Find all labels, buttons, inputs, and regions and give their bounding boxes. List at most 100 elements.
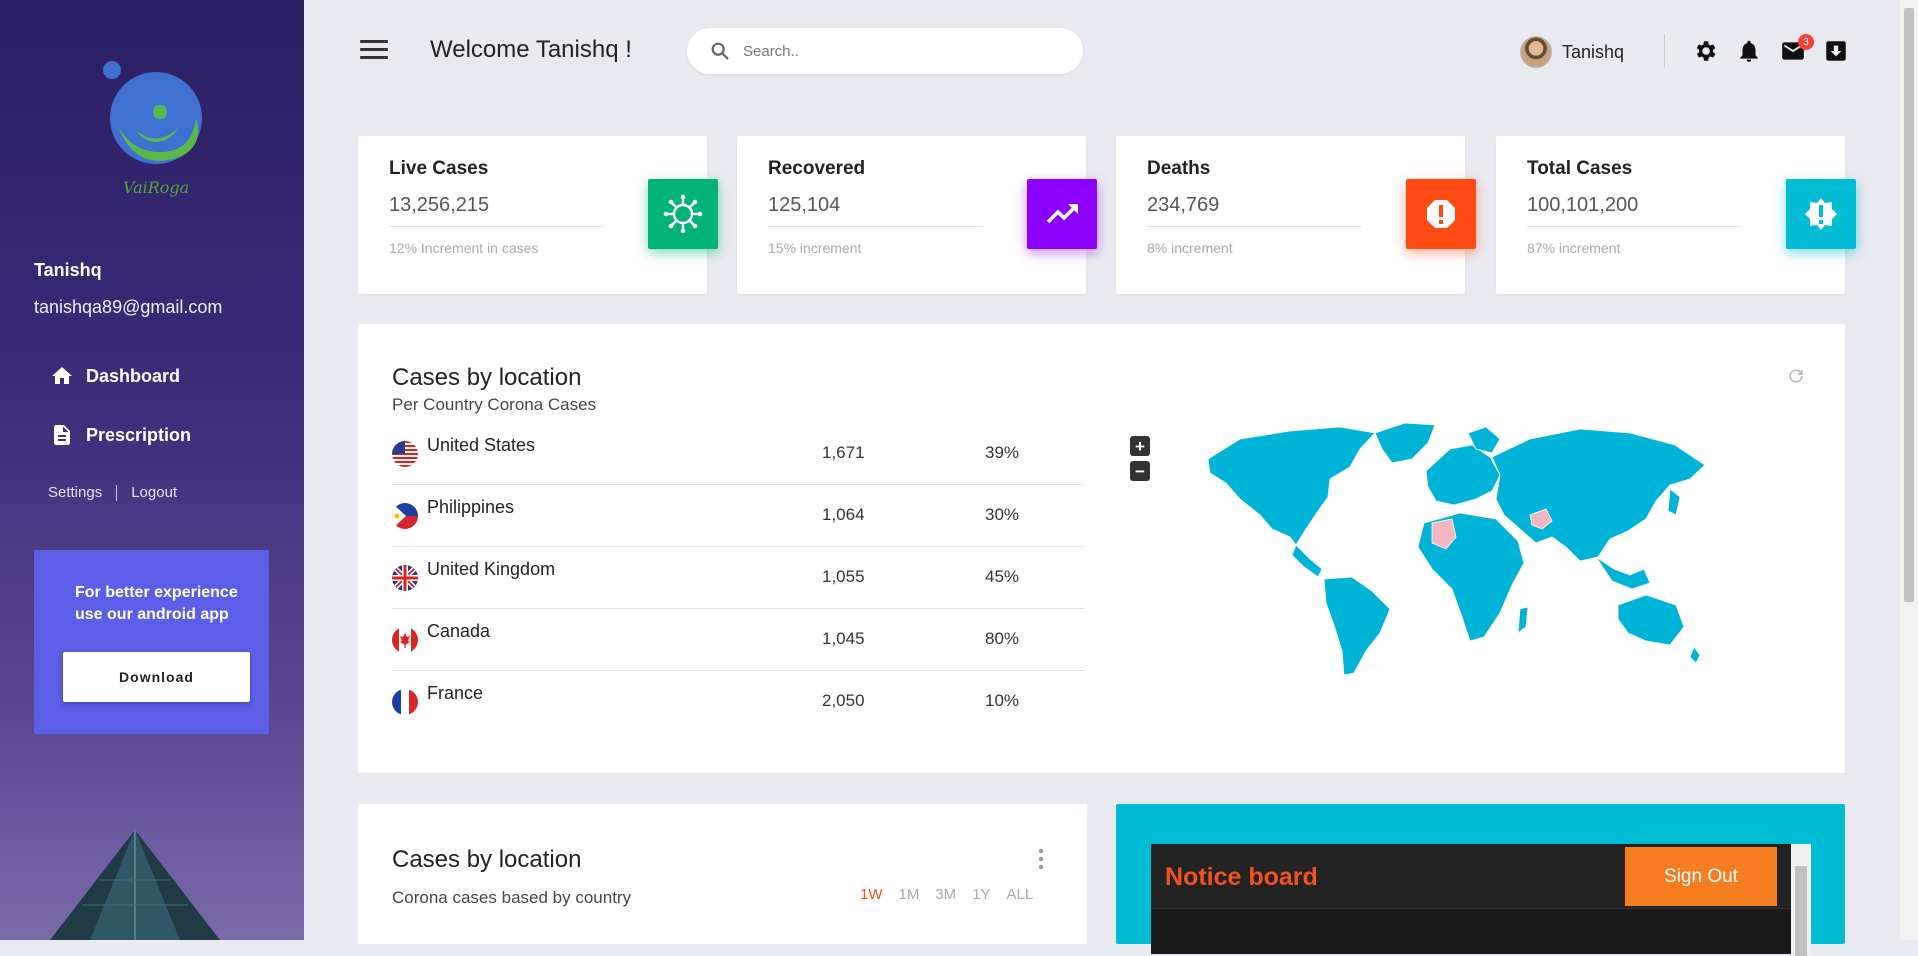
uk-flag-icon xyxy=(392,565,418,591)
account-links: Settings Logout xyxy=(48,484,177,501)
stat-value: 100,101,200 xyxy=(1527,194,1639,216)
search-bar xyxy=(687,28,1083,74)
tab-all[interactable]: ALL xyxy=(1007,886,1034,903)
sidebar: VaiRoga Tanishq tanishqa89@gmail.com Das… xyxy=(0,0,304,940)
page-scrollbar[interactable] xyxy=(1900,0,1918,940)
virus-icon xyxy=(648,179,718,249)
world-map[interactable] xyxy=(1200,419,1720,679)
stat-title: Deaths xyxy=(1147,158,1211,179)
alert-octagon-icon xyxy=(1406,179,1476,249)
tab-1m[interactable]: 1M xyxy=(899,886,920,903)
home-icon xyxy=(52,367,72,384)
stat-title: Recovered xyxy=(768,158,866,179)
country-name: United Kingdom xyxy=(427,559,556,579)
stat-title: Live Cases xyxy=(389,158,489,179)
country-name: France xyxy=(427,683,484,703)
notice-scrollbar[interactable] xyxy=(1791,844,1811,956)
building-image xyxy=(50,830,220,940)
divider xyxy=(1664,34,1665,68)
cases-by-location-card: Cases by location Per Country Corona Cas… xyxy=(358,324,1845,773)
download-button[interactable]: Download xyxy=(63,652,250,702)
gear-icon[interactable] xyxy=(1692,38,1718,64)
stat-title: Total Cases xyxy=(1527,158,1633,179)
table-row: United Kingdom 1,055 45% xyxy=(392,547,1085,609)
download-icon[interactable] xyxy=(1823,38,1849,64)
notice-board-frame: Notice board Sign Out xyxy=(1151,844,1811,956)
case-count: 2,050 xyxy=(822,691,865,710)
time-range-tabs: 1W 1M 3M 1Y ALL xyxy=(860,886,1033,903)
refresh-icon[interactable] xyxy=(1786,366,1806,386)
logout-link[interactable]: Logout xyxy=(131,484,177,501)
notice-board-card: Notice board Sign Out xyxy=(1116,804,1845,956)
page-title: Welcome Tanishq ! xyxy=(430,36,632,63)
table-row: Philippines 1,064 30% xyxy=(392,485,1085,547)
case-percent: 39% xyxy=(985,443,1020,462)
table-row: Canada 1,045 80% xyxy=(392,609,1085,671)
case-percent: 10% xyxy=(985,691,1020,710)
us-flag-icon xyxy=(392,441,418,467)
search-input[interactable] xyxy=(741,41,1041,61)
stat-card-recovered: Recovered 125,104 15% increment xyxy=(737,136,1097,294)
map-zoom-out-button[interactable]: − xyxy=(1130,461,1150,481)
stat-note: 8% increment xyxy=(1147,240,1233,256)
philippines-flag-icon xyxy=(392,503,418,529)
sidebar-user-name: Tanishq xyxy=(34,260,102,280)
settings-link[interactable]: Settings xyxy=(48,484,102,501)
tab-1w[interactable]: 1W xyxy=(860,886,883,903)
divider xyxy=(1527,226,1742,227)
scroll-thumb[interactable] xyxy=(1904,8,1914,602)
case-percent: 30% xyxy=(985,505,1020,524)
alert-badge-icon xyxy=(1786,179,1856,249)
more-vertical-icon[interactable] xyxy=(1038,848,1044,870)
divider xyxy=(1147,226,1362,227)
country-name: United States xyxy=(427,435,536,455)
canada-flag-icon xyxy=(392,627,418,653)
card-subtitle: Per Country Corona Cases xyxy=(392,395,597,414)
logo-text: VaiRoga xyxy=(123,178,190,197)
stat-value: 125,104 xyxy=(768,194,841,216)
notice-header: Notice board Sign Out xyxy=(1151,844,1811,909)
case-count: 1,064 xyxy=(822,505,865,524)
stat-value: 234,769 xyxy=(1147,194,1220,216)
sign-out-button[interactable]: Sign Out xyxy=(1625,847,1777,906)
stat-note: 15% increment xyxy=(768,240,862,256)
tab-1y[interactable]: 1Y xyxy=(972,886,990,903)
case-percent: 45% xyxy=(985,567,1020,586)
promo-text: For better experience use our android ap… xyxy=(75,584,238,623)
divider xyxy=(389,226,604,227)
tab-3m[interactable]: 3M xyxy=(935,886,956,903)
france-flag-icon xyxy=(392,689,418,715)
case-count: 1,055 xyxy=(822,567,865,586)
card-title: Cases by location xyxy=(392,364,582,391)
stat-card-live: Live Cases 13,256,215 12% Increment in c… xyxy=(358,136,718,294)
mail-badge: 3 xyxy=(1798,34,1814,50)
search-icon xyxy=(711,42,729,60)
map-zoom-in-button[interactable]: + xyxy=(1130,436,1150,456)
sidebar-item-dashboard[interactable]: Dashboard xyxy=(50,361,180,391)
sidebar-item-prescription[interactable]: Prescription xyxy=(50,420,191,450)
document-icon xyxy=(54,425,70,445)
card-title: Cases by location xyxy=(392,846,582,873)
table-row: France 2,050 10% xyxy=(392,671,1085,733)
header-user-name: Tanishq xyxy=(1562,41,1625,62)
avatar[interactable] xyxy=(1520,36,1552,68)
divider xyxy=(116,484,118,501)
country-name: Canada xyxy=(427,621,491,641)
app-promo-card: For better experience use our android ap… xyxy=(34,550,269,734)
case-percent: 80% xyxy=(985,629,1020,648)
stat-value: 13,256,215 xyxy=(389,194,490,216)
bell-icon[interactable] xyxy=(1736,38,1762,64)
case-count: 1,671 xyxy=(822,443,865,462)
notice-title: Notice board xyxy=(1165,863,1318,891)
sidebar-user-email: tanishqa89@gmail.com xyxy=(34,297,223,317)
stat-card-deaths: Deaths 234,769 8% increment xyxy=(1116,136,1476,294)
header-user[interactable]: Tanishq xyxy=(1520,36,1624,68)
table-row: United States 1,671 39% xyxy=(392,423,1085,485)
card-subtitle: Corona cases based by country xyxy=(392,888,632,907)
case-count: 1,045 xyxy=(822,629,865,648)
cases-chart-card: Cases by location Corona cases based by … xyxy=(358,804,1087,944)
scroll-thumb[interactable] xyxy=(1795,866,1807,956)
menu-toggle-icon[interactable] xyxy=(360,40,388,64)
stat-card-total: Total Cases 100,101,200 87% increment xyxy=(1496,136,1856,294)
country-name: Philippines xyxy=(427,497,515,517)
